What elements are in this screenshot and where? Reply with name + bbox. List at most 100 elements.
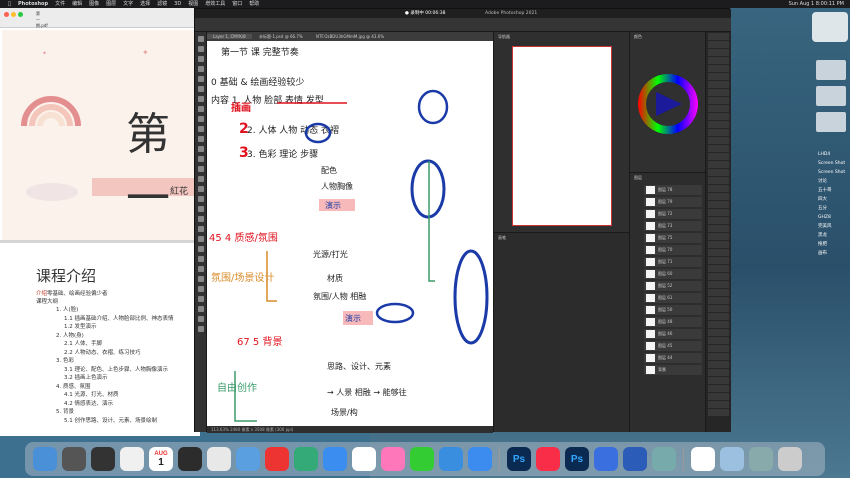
tool-icon[interactable] <box>198 216 204 222</box>
desktop-screenshots[interactable] <box>816 60 846 138</box>
tool-icon[interactable] <box>198 326 204 332</box>
navigator-thumbnail[interactable] <box>512 46 612 226</box>
layer-row[interactable]: 背景 <box>644 365 702 375</box>
dock-folder-icon[interactable] <box>720 447 744 471</box>
history-row[interactable] <box>708 273 729 280</box>
dock-preview-icon[interactable] <box>652 447 676 471</box>
tab-layers[interactable]: 图层 <box>634 175 642 180</box>
history-row[interactable] <box>708 313 729 320</box>
minimize-button[interactable] <box>11 12 16 17</box>
layer-row[interactable]: 图层 46 <box>644 329 702 339</box>
menu-type[interactable]: 文字 <box>123 0 133 8</box>
dock-messages-icon[interactable] <box>410 447 434 471</box>
dock-img-icon[interactable] <box>749 447 773 471</box>
dock-chrome-icon[interactable] <box>352 447 376 471</box>
tool-icon[interactable] <box>198 136 204 142</box>
app-menu[interactable]: Photoshop <box>18 0 48 8</box>
history-row[interactable] <box>708 129 729 136</box>
dock-ps-icon[interactable]: Ps <box>507 447 531 471</box>
toolbar[interactable] <box>195 32 207 432</box>
photoshop-window[interactable]: ● 录制中 00:06:38 Adobe Photoshop 2021 Laye… <box>194 8 731 433</box>
layer-row[interactable]: 图层 60 <box>644 269 702 279</box>
tool-icon[interactable] <box>198 86 204 92</box>
menu-file[interactable]: 文件 <box>55 0 65 8</box>
tool-icon[interactable] <box>198 76 204 82</box>
history-row[interactable] <box>708 153 729 160</box>
clock[interactable]: Sun Aug 1 8:00:11 PM <box>789 0 850 8</box>
history-row[interactable] <box>708 345 729 352</box>
menu-view[interactable]: 视图 <box>188 0 198 8</box>
tool-icon[interactable] <box>198 306 204 312</box>
history-row[interactable] <box>708 289 729 296</box>
history-row[interactable] <box>708 185 729 192</box>
history-row[interactable] <box>708 169 729 176</box>
tool-icon[interactable] <box>198 116 204 122</box>
history-row[interactable] <box>708 65 729 72</box>
history-row[interactable] <box>708 361 729 368</box>
dock-calendar-aug-1-icon[interactable]: AUG 1 <box>149 447 173 471</box>
history-row[interactable] <box>708 49 729 56</box>
history-row[interactable] <box>708 57 729 64</box>
desktop-file[interactable] <box>816 86 846 106</box>
menu-edit[interactable]: 编辑 <box>72 0 82 8</box>
screenshot-thumbnail[interactable] <box>812 12 848 42</box>
menu-window[interactable]: 窗口 <box>232 0 242 8</box>
color-wheel[interactable] <box>636 72 700 136</box>
layer-row[interactable]: 图层 52 <box>644 281 702 291</box>
tool-icon[interactable] <box>198 206 204 212</box>
dock-magnify-icon[interactable] <box>91 447 115 471</box>
history-row[interactable] <box>708 321 729 328</box>
history-row[interactable] <box>708 161 729 168</box>
tool-icon[interactable] <box>198 66 204 72</box>
dock-mail-icon[interactable] <box>439 447 463 471</box>
history-row[interactable] <box>708 145 729 152</box>
dock-launchpad-icon[interactable] <box>62 447 86 471</box>
close-button[interactable] <box>4 12 9 17</box>
layer-row[interactable]: 图层 45 <box>644 341 702 351</box>
tab-brushes[interactable]: 画笔 <box>498 235 506 241</box>
history-row[interactable] <box>708 225 729 232</box>
dock-misc-icon[interactable] <box>178 447 202 471</box>
history-row[interactable] <box>708 33 729 40</box>
layer-row[interactable]: 图层 48 <box>644 317 702 327</box>
layer-row[interactable]: 图层 44 <box>644 353 702 363</box>
tool-icon[interactable] <box>198 176 204 182</box>
menu-3d[interactable]: 3D <box>174 0 181 8</box>
history-row[interactable] <box>708 121 729 128</box>
dock-photos-icon[interactable] <box>381 447 405 471</box>
history-row[interactable] <box>708 233 729 240</box>
menu-filter[interactable]: 滤镜 <box>157 0 167 8</box>
layer-row[interactable]: 图层 70 <box>644 245 702 255</box>
history-row[interactable] <box>708 297 729 304</box>
layer-row[interactable]: 图层 73 <box>644 221 702 231</box>
dock-word-icon[interactable] <box>623 447 647 471</box>
history-row[interactable] <box>708 105 729 112</box>
layer-list[interactable]: 图层 78 图层 79 图层 72 图层 73 图层 75 图层 70 图层 71 图层 60… <box>630 185 705 375</box>
layers-tabs[interactable]: 图层 <box>630 173 705 183</box>
history-row[interactable] <box>708 305 729 312</box>
course-intro-window[interactable]: 课程介绍 介绍零基础、绘画经验偏少者 课程大纲 1. 人(脸) 1.1 插画基础介… <box>0 240 200 436</box>
dock-clock-icon[interactable] <box>691 447 715 471</box>
tool-icon[interactable] <box>198 46 204 52</box>
recording-indicator[interactable]: ● 录制中 00:06:38 <box>405 9 446 18</box>
pdf-slide-window[interactable]: 第一期.pdf ✦ ✦ 第一 紅花 <box>0 8 200 240</box>
ps-titlebar[interactable]: ● 录制中 00:06:38 Adobe Photoshop 2021 <box>195 9 731 18</box>
tool-icon[interactable] <box>198 36 204 42</box>
history-row[interactable] <box>708 337 729 344</box>
document-tabs[interactable]: Layer 1, CMYK/8 未标题-1.psd @ 66.7% NTF.Oz… <box>207 32 507 41</box>
options-bar[interactable] <box>195 18 731 32</box>
tool-icon[interactable] <box>198 266 204 272</box>
tool-icon[interactable] <box>198 296 204 302</box>
dock-maps-icon[interactable] <box>294 447 318 471</box>
tool-icon[interactable] <box>198 106 204 112</box>
history-row[interactable] <box>708 73 729 80</box>
tool-icon[interactable] <box>198 186 204 192</box>
color-panel[interactable]: 颜色 <box>629 32 705 172</box>
layer-row[interactable]: 图层 79 <box>644 197 702 207</box>
tool-icon[interactable] <box>198 196 204 202</box>
dock-app3-icon[interactable] <box>236 447 260 471</box>
layer-row[interactable]: 图层 78 <box>644 185 702 195</box>
history-row[interactable] <box>708 217 729 224</box>
desktop-file[interactable] <box>816 112 846 132</box>
dock-music-icon[interactable] <box>536 447 560 471</box>
